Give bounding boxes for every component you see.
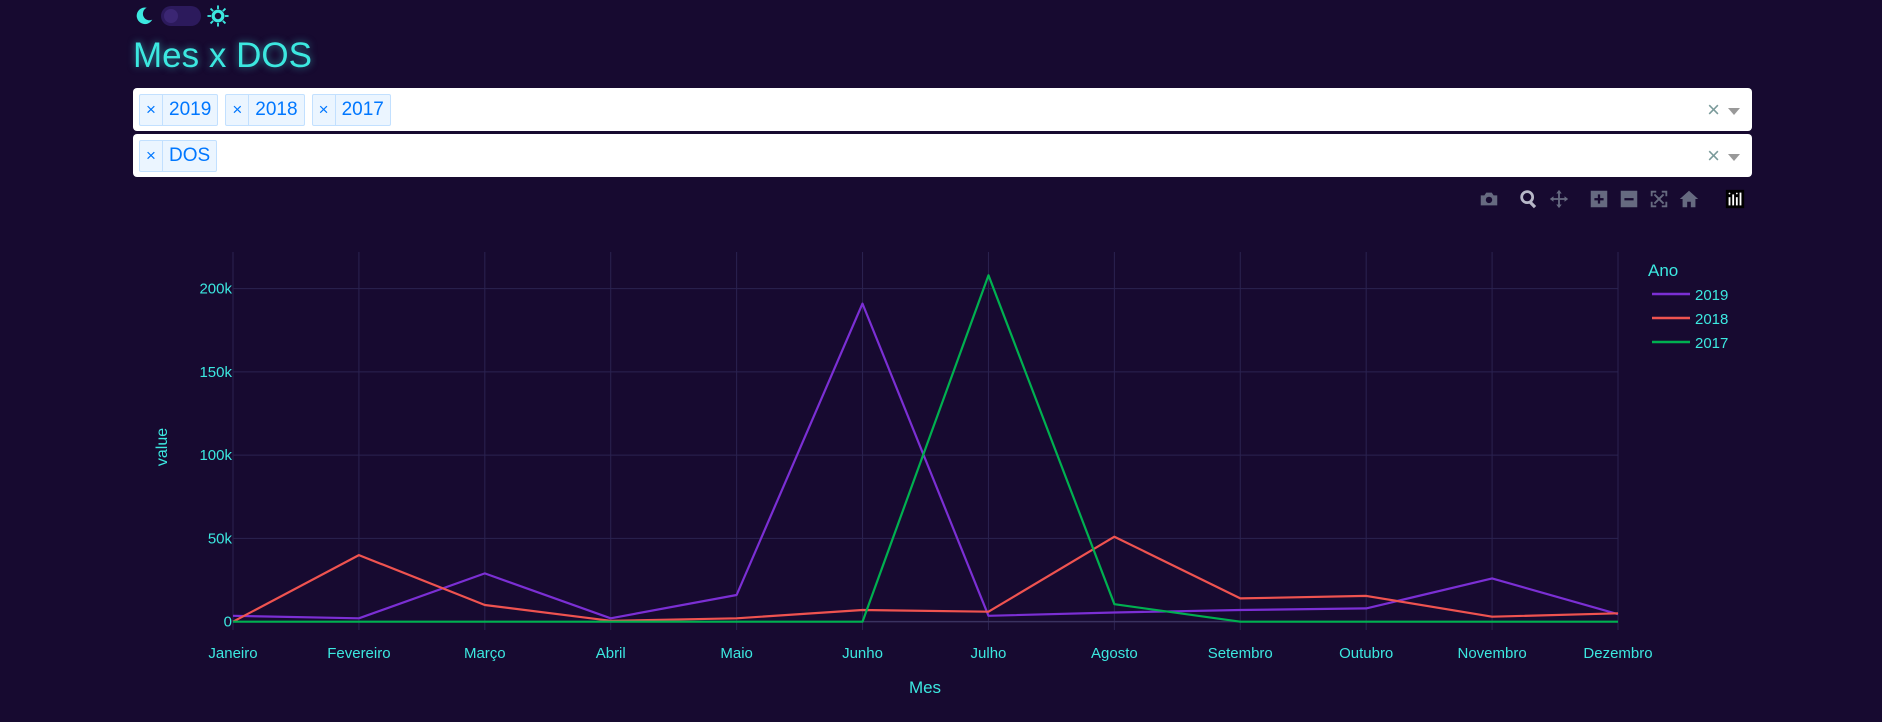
data-point-2018[interactable]	[1112, 534, 1117, 539]
x-tick-label: Janeiro	[208, 645, 257, 662]
grid-lines	[232, 252, 1619, 630]
data-point-2018[interactable]	[860, 608, 865, 613]
data-point-2017[interactable]	[986, 273, 991, 278]
tick-labels: Janeiro Fevereiro Março Abril Maio Junho Julho…	[199, 281, 1652, 662]
x-tick-label: Novembro	[1457, 645, 1526, 662]
data-point-2017[interactable]	[860, 619, 865, 624]
data-point-2019[interactable]	[1112, 610, 1117, 615]
y-tick-label: 200k	[199, 281, 232, 298]
series-line-2018[interactable]	[232, 535, 1619, 623]
x-tick-label: Setembro	[1208, 645, 1273, 662]
x-tick-label: Agosto	[1091, 645, 1138, 662]
x-axis-title: Mes	[909, 678, 941, 697]
series-line-2017[interactable]	[233, 274, 1618, 623]
data-point-2018[interactable]	[1238, 596, 1243, 601]
data-point-2019[interactable]	[482, 571, 487, 576]
data-point-2018[interactable]	[1364, 593, 1369, 598]
data-point-2018[interactable]	[1616, 611, 1621, 616]
data-point-2017[interactable]	[1112, 602, 1117, 607]
data-point-2018[interactable]	[482, 603, 487, 608]
series-line-2019[interactable]	[232, 302, 1619, 620]
x-tick-label: Fevereiro	[327, 645, 390, 662]
data-point-2017[interactable]	[608, 619, 613, 624]
y-tick-label: 0	[224, 614, 232, 631]
x-tick-label: Julho	[971, 645, 1007, 662]
y-axis-title: value	[154, 428, 171, 466]
y-tick-label: 100k	[199, 447, 232, 464]
data-point-2017[interactable]	[1238, 619, 1243, 624]
data-point-2017[interactable]	[356, 619, 361, 624]
legend-label[interactable]: 2019	[1695, 287, 1728, 304]
data-point-2019[interactable]	[1238, 608, 1243, 613]
x-tick-label: Abril	[596, 645, 626, 662]
line-chart: Janeiro Fevereiro Março Abril Maio Junho Julho…	[154, 252, 1728, 697]
data-point-2019[interactable]	[1490, 576, 1495, 581]
data-point-2018[interactable]	[986, 609, 991, 614]
legend: Ano 2019 2018 2017	[1648, 261, 1728, 352]
legend-title: Ano	[1648, 261, 1678, 280]
x-tick-label: Junho	[842, 645, 883, 662]
x-tick-label: Março	[464, 645, 506, 662]
data-point-2019[interactable]	[860, 301, 865, 306]
data-point-2017[interactable]	[734, 619, 739, 624]
data-point-2019[interactable]	[1364, 606, 1369, 611]
legend-label[interactable]: 2018	[1695, 311, 1728, 328]
data-point-2018[interactable]	[356, 553, 361, 558]
data-point-2017[interactable]	[1364, 619, 1369, 624]
data-point-2018[interactable]	[1490, 614, 1495, 619]
x-tick-label: Outubro	[1339, 645, 1393, 662]
data-point-2017[interactable]	[482, 619, 487, 624]
data-point-2019[interactable]	[734, 593, 739, 598]
legend-label[interactable]: 2017	[1695, 335, 1728, 352]
data-point-2017[interactable]	[1616, 619, 1621, 624]
y-tick-label: 150k	[199, 364, 232, 381]
x-tick-label: Maio	[720, 645, 753, 662]
series-lines	[232, 273, 1621, 624]
y-tick-label: 50k	[208, 530, 233, 547]
x-tick-label: Dezembro	[1583, 645, 1652, 662]
data-point-2017[interactable]	[1490, 619, 1495, 624]
